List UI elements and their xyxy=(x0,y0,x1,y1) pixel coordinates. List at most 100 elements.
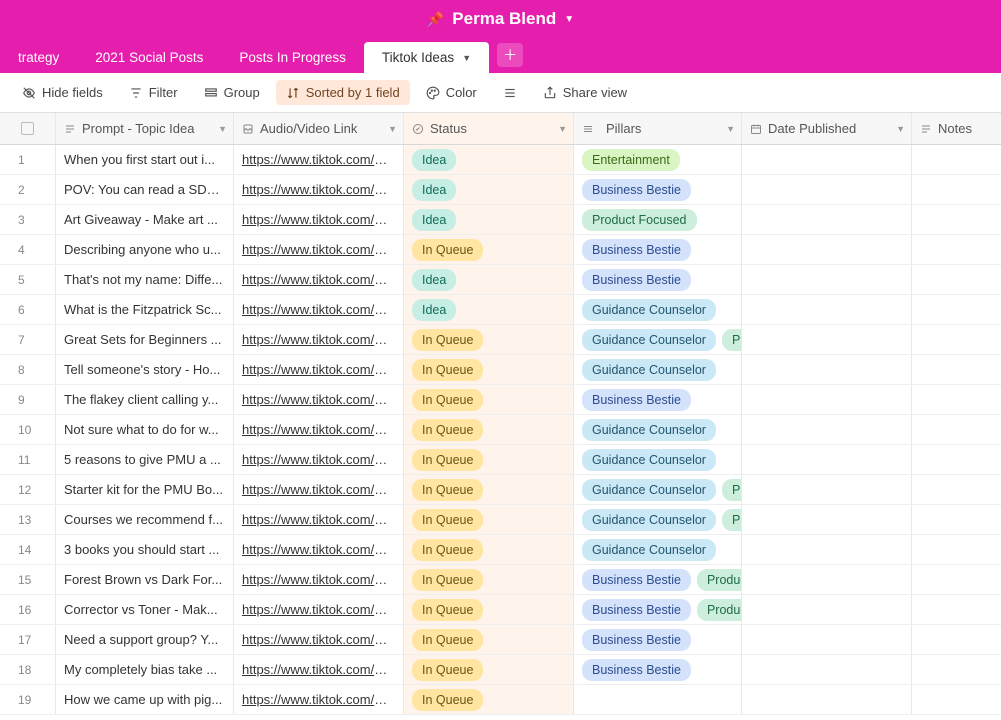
cell-prompt[interactable]: POV: You can read a SDS ... xyxy=(56,175,234,204)
cell-link[interactable]: https://www.tiktok.com/@... xyxy=(234,475,404,504)
cell-prompt[interactable]: Tell someone's story - Ho... xyxy=(56,355,234,384)
cell-pillars[interactable]: Guidance Counselor xyxy=(574,295,742,324)
table-row[interactable]: 15Forest Brown vs Dark For...https://www… xyxy=(0,565,1001,595)
tab-2021-social-posts[interactable]: 2021 Social Posts xyxy=(77,42,221,73)
cell-link[interactable]: https://www.tiktok.com/m... xyxy=(234,145,404,174)
table-row[interactable]: 2POV: You can read a SDS ...https://www.… xyxy=(0,175,1001,205)
cell-link[interactable]: https://www.tiktok.com/@... xyxy=(234,265,404,294)
cell-status[interactable]: In Queue xyxy=(404,415,574,444)
cell-pillars[interactable]: Entertainment xyxy=(574,145,742,174)
cell-link[interactable]: https://www.tiktok.com/@... xyxy=(234,535,404,564)
table-row[interactable]: 17Need a support group? Y...https://www.… xyxy=(0,625,1001,655)
tiktok-link[interactable]: https://www.tiktok.com/@... xyxy=(242,662,398,677)
cell-link[interactable]: https://www.tiktok.com/@... xyxy=(234,445,404,474)
cell-prompt[interactable]: Need a support group? Y... xyxy=(56,625,234,654)
cell-notes[interactable] xyxy=(912,475,1000,504)
cell-link[interactable]: https://www.tiktok.com/@... xyxy=(234,655,404,684)
cell-date[interactable] xyxy=(742,205,912,234)
cell-prompt[interactable]: When you first start out i... xyxy=(56,145,234,174)
tiktok-link[interactable]: https://www.tiktok.com/@... xyxy=(242,482,398,497)
cell-pillars[interactable]: Business Bestie xyxy=(574,655,742,684)
cell-prompt[interactable]: Not sure what to do for w... xyxy=(56,415,234,444)
table-row[interactable]: 5That's not my name: Diffe...https://www… xyxy=(0,265,1001,295)
cell-prompt[interactable]: Forest Brown vs Dark For... xyxy=(56,565,234,594)
tiktok-link[interactable]: https://www.tiktok.com/m... xyxy=(242,182,396,197)
cell-prompt[interactable]: Starter kit for the PMU Bo... xyxy=(56,475,234,504)
cell-pillars[interactable]: Guidance Counselor xyxy=(574,535,742,564)
cell-link[interactable]: https://www.tiktok.com/m... xyxy=(234,175,404,204)
hide-fields-button[interactable]: Hide fields xyxy=(12,80,113,105)
cell-date[interactable] xyxy=(742,535,912,564)
base-title[interactable]: Perma Blend xyxy=(452,9,556,29)
cell-notes[interactable] xyxy=(912,355,1000,384)
tiktok-link[interactable]: https://www.tiktok.com/@... xyxy=(242,542,398,557)
cell-prompt[interactable]: Describing anyone who u... xyxy=(56,235,234,264)
tiktok-link[interactable]: https://www.tiktok.com/@... xyxy=(242,332,398,347)
cell-pillars[interactable]: Guidance Counselor xyxy=(574,415,742,444)
cell-status[interactable]: Idea xyxy=(404,205,574,234)
column-date[interactable]: Date Published ▼ xyxy=(742,113,912,144)
cell-status[interactable]: In Queue xyxy=(404,535,574,564)
chevron-down-icon[interactable]: ▼ xyxy=(462,53,471,63)
cell-link[interactable]: https://www.tiktok.com/@... xyxy=(234,685,404,714)
chevron-down-icon[interactable]: ▼ xyxy=(558,124,567,134)
column-prompt[interactable]: Prompt - Topic Idea ▼ xyxy=(56,113,234,144)
cell-status[interactable]: Idea xyxy=(404,145,574,174)
tiktok-link[interactable]: https://www.tiktok.com/@... xyxy=(242,302,398,317)
chevron-down-icon[interactable]: ▼ xyxy=(896,124,905,134)
table-row[interactable]: 115 reasons to give PMU a ...https://www… xyxy=(0,445,1001,475)
cell-status[interactable]: In Queue xyxy=(404,625,574,654)
column-link[interactable]: Audio/Video Link ▼ xyxy=(234,113,404,144)
tiktok-link[interactable]: https://www.tiktok.com/@... xyxy=(242,512,398,527)
table-row[interactable]: 6What is the Fitzpatrick Sc...https://ww… xyxy=(0,295,1001,325)
cell-notes[interactable] xyxy=(912,295,1000,324)
table-row[interactable]: 4Describing anyone who u...https://www.t… xyxy=(0,235,1001,265)
cell-link[interactable]: https://www.tiktok.com/@... xyxy=(234,505,404,534)
table-row[interactable]: 19How we came up with pig...https://www.… xyxy=(0,685,1001,715)
cell-date[interactable] xyxy=(742,355,912,384)
cell-link[interactable]: https://www.tiktok.com/@... xyxy=(234,205,404,234)
cell-pillars[interactable]: Business BestieProduct xyxy=(574,565,742,594)
cell-status[interactable]: In Queue xyxy=(404,595,574,624)
cell-notes[interactable] xyxy=(912,175,1000,204)
color-button[interactable]: Color xyxy=(416,80,487,105)
cell-notes[interactable] xyxy=(912,655,1000,684)
cell-notes[interactable] xyxy=(912,595,1000,624)
cell-notes[interactable] xyxy=(912,235,1000,264)
cell-notes[interactable] xyxy=(912,685,1000,714)
cell-link[interactable]: https://www.tiktok.com/@... xyxy=(234,625,404,654)
cell-date[interactable] xyxy=(742,625,912,654)
cell-link[interactable]: https://www.tiktok.com/@... xyxy=(234,355,404,384)
tiktok-link[interactable]: https://www.tiktok.com/@... xyxy=(242,632,398,647)
tiktok-link[interactable]: https://www.tiktok.com/@... xyxy=(242,692,398,707)
cell-link[interactable]: https://www.tiktok.com/@... xyxy=(234,295,404,324)
cell-status[interactable]: Idea xyxy=(404,265,574,294)
chevron-down-icon[interactable]: ▼ xyxy=(218,124,227,134)
table-row[interactable]: 8Tell someone's story - Ho...https://www… xyxy=(0,355,1001,385)
tiktok-link[interactable]: https://www.tiktok.com/@... xyxy=(242,602,398,617)
cell-date[interactable] xyxy=(742,565,912,594)
checkbox-icon[interactable] xyxy=(21,122,34,135)
cell-date[interactable] xyxy=(742,235,912,264)
cell-date[interactable] xyxy=(742,685,912,714)
share-view-button[interactable]: Share view xyxy=(533,80,637,105)
cell-prompt[interactable]: Courses we recommend f... xyxy=(56,505,234,534)
cell-pillars[interactable]: Business Bestie xyxy=(574,385,742,414)
cell-status[interactable]: In Queue xyxy=(404,445,574,474)
cell-status[interactable]: In Queue xyxy=(404,355,574,384)
column-notes[interactable]: Notes xyxy=(912,113,1000,144)
cell-prompt[interactable]: My completely bias take ... xyxy=(56,655,234,684)
cell-notes[interactable] xyxy=(912,385,1000,414)
cell-link[interactable]: https://www.tiktok.com/@... xyxy=(234,325,404,354)
cell-pillars[interactable]: Product Focused xyxy=(574,205,742,234)
cell-date[interactable] xyxy=(742,505,912,534)
tiktok-link[interactable]: https://www.tiktok.com/@... xyxy=(242,422,398,437)
cell-pillars[interactable]: Guidance Counselor xyxy=(574,445,742,474)
cell-pillars[interactable]: Guidance CounselorProd xyxy=(574,505,742,534)
cell-prompt[interactable]: 5 reasons to give PMU a ... xyxy=(56,445,234,474)
group-button[interactable]: Group xyxy=(194,80,270,105)
cell-date[interactable] xyxy=(742,265,912,294)
table-row[interactable]: 143 books you should start ...https://ww… xyxy=(0,535,1001,565)
cell-notes[interactable] xyxy=(912,265,1000,294)
cell-link[interactable]: https://www.tiktok.com/@... xyxy=(234,565,404,594)
